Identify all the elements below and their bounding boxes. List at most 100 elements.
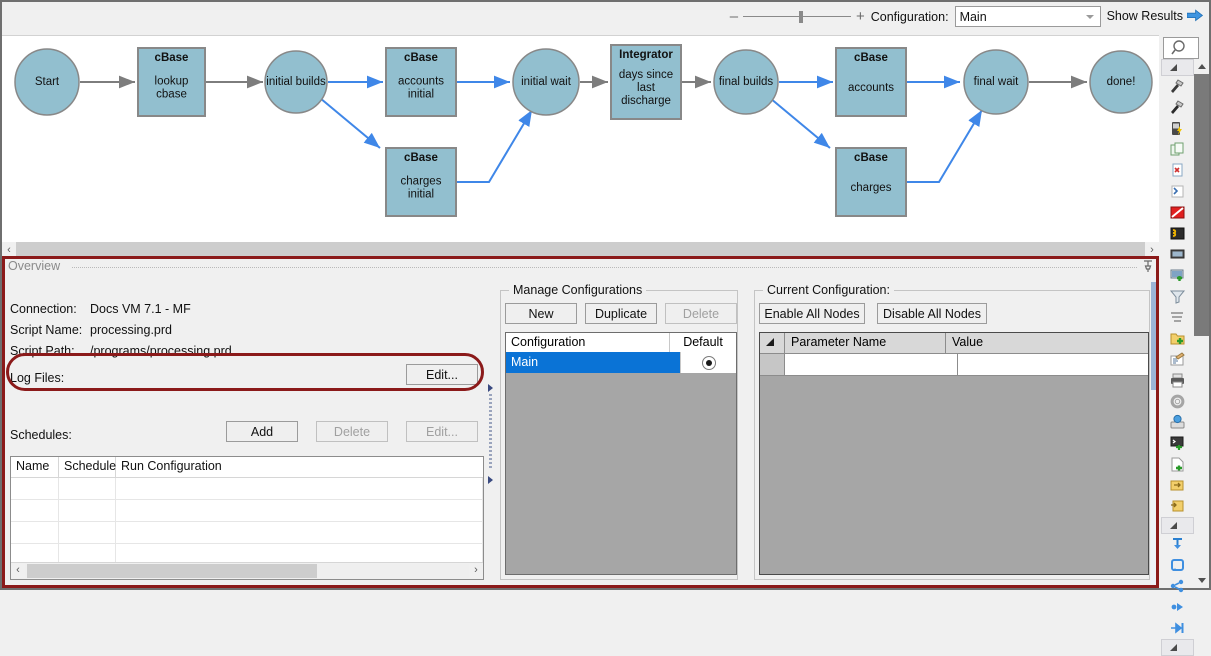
diagram-node-accounts-initial[interactable]: cBase accountsinitial: [385, 47, 457, 117]
schedules-col-schedule[interactable]: Schedule: [59, 457, 116, 477]
configuration-select[interactable]: Main: [954, 6, 1101, 27]
schedules-scroll-thumb[interactable]: [27, 564, 317, 578]
diagram-node-initial-builds[interactable]: initial builds: [264, 50, 328, 114]
zoom-out-icon[interactable]: –: [730, 9, 738, 24]
section-collapse-icon[interactable]: [1161, 59, 1194, 76]
pane-splitter[interactable]: [486, 276, 496, 588]
loop-blue-icon[interactable]: [1161, 555, 1194, 576]
table-row[interactable]: [760, 354, 1148, 376]
terminal-icon[interactable]: [1161, 433, 1194, 454]
zoom-slider-thumb[interactable]: [799, 10, 804, 23]
canvas-horizontal-scrollbar[interactable]: ‹ ›: [2, 242, 1159, 258]
schedules-col-name[interactable]: Name: [11, 457, 59, 477]
package-lock-icon[interactable]: [1161, 496, 1194, 517]
parameters-col-name[interactable]: Parameter Name: [785, 333, 946, 353]
palette-scroll-up-button[interactable]: [1194, 59, 1209, 74]
write-list-icon[interactable]: [1161, 349, 1194, 370]
zoom-slider-track[interactable]: [743, 10, 851, 24]
copy-icon[interactable]: [1161, 139, 1194, 160]
configuration-default-cell[interactable]: [680, 352, 736, 373]
filter-icon[interactable]: [1161, 286, 1194, 307]
overview-vertical-scrollbar[interactable]: [1151, 276, 1159, 588]
diagram-node-done[interactable]: done!: [1089, 50, 1153, 114]
chevron-down-icon[interactable]: [1085, 15, 1094, 19]
configurations-table[interactable]: Configuration Default Main: [505, 332, 737, 575]
scroll-right-icon[interactable]: ›: [1145, 242, 1159, 258]
palette-vertical-scrollbar[interactable]: [1194, 59, 1209, 588]
parameter-name-cell[interactable]: [785, 354, 958, 375]
yellow-script-icon[interactable]: [1161, 223, 1194, 244]
phone-flash-icon[interactable]: [1161, 118, 1194, 139]
right-tool-palette[interactable]: [1159, 35, 1209, 656]
enable-all-nodes-button[interactable]: Enable All Nodes: [759, 303, 865, 324]
disable-all-nodes-button[interactable]: Disable All Nodes: [877, 303, 987, 324]
diagram-node-accounts-final[interactable]: cBase accounts: [835, 47, 907, 117]
scroll-left-icon[interactable]: ‹: [11, 563, 25, 578]
configuration-new-button[interactable]: New: [505, 303, 577, 324]
zoom-slider[interactable]: – +: [730, 7, 865, 27]
delete-file-icon[interactable]: [1161, 160, 1194, 181]
default-radio-button[interactable]: [701, 355, 716, 370]
zoom-in-icon[interactable]: +: [856, 9, 865, 24]
schedules-add-button[interactable]: Add: [226, 421, 298, 442]
configurations-col-default[interactable]: Default: [670, 333, 736, 352]
script-icon[interactable]: [1161, 181, 1194, 202]
workflow-diagram-canvas[interactable]: Start cBase lookup cbase initial builds cBase…: [2, 35, 1159, 243]
palette-scroll-thumb[interactable]: [1194, 74, 1209, 336]
printer-icon[interactable]: [1161, 370, 1194, 391]
row-selector-cell[interactable]: [760, 354, 785, 375]
print-blue-icon[interactable]: [1161, 412, 1194, 433]
table-row[interactable]: [11, 478, 483, 500]
hammer-icon[interactable]: [1161, 76, 1194, 97]
log-files-edit-button[interactable]: Edit...: [406, 364, 478, 385]
show-results-button[interactable]: Show Results: [1107, 9, 1204, 25]
share-blue-icon[interactable]: [1161, 576, 1194, 597]
configurations-col-configuration[interactable]: Configuration: [506, 333, 670, 352]
package-icon[interactable]: [1161, 475, 1194, 496]
palette-search-box[interactable]: [1163, 37, 1199, 59]
section-collapse-icon[interactable]: [1161, 639, 1194, 656]
canvas-scroll-thumb[interactable]: [16, 242, 1145, 258]
parameters-table[interactable]: Parameter Name Value: [759, 332, 1149, 575]
splitter-arrow-up-icon[interactable]: [488, 384, 493, 392]
monitor-icon[interactable]: [1161, 244, 1194, 265]
table-row[interactable]: [11, 500, 483, 522]
schedules-horizontal-scrollbar[interactable]: ‹ ›: [11, 562, 483, 579]
scroll-right-icon[interactable]: ›: [469, 563, 483, 578]
schedules-table[interactable]: Name Schedule Run Configuration ‹ ›: [10, 456, 484, 580]
splitter-grip[interactable]: [489, 394, 492, 470]
scroll-left-icon[interactable]: ‹: [2, 242, 16, 258]
schedules-col-run-configuration[interactable]: Run Configuration: [116, 457, 483, 477]
play-blue-icon[interactable]: [1161, 597, 1194, 618]
red-slash-icon[interactable]: [1161, 202, 1194, 223]
configuration-duplicate-button[interactable]: Duplicate: [585, 303, 657, 324]
monitor-add-icon[interactable]: [1161, 265, 1194, 286]
diagram-node-initial-wait[interactable]: initial wait: [512, 48, 580, 116]
skip-end-blue-icon[interactable]: [1161, 618, 1194, 639]
diagram-node-final-builds[interactable]: final builds: [713, 49, 779, 115]
diagram-node-final-wait[interactable]: final wait: [963, 49, 1029, 115]
parameter-value-cell[interactable]: [958, 354, 1148, 375]
overview-scroll-thumb[interactable]: [1151, 282, 1159, 390]
table-row[interactable]: Main: [506, 352, 736, 373]
download-blue-icon[interactable]: [1161, 534, 1194, 555]
palette-scroll-down-button[interactable]: [1194, 573, 1209, 588]
diagram-node-start[interactable]: Start: [14, 48, 80, 116]
table-row[interactable]: [11, 522, 483, 544]
folder-add-icon[interactable]: [1161, 328, 1194, 349]
palette-icon-list[interactable]: [1161, 59, 1194, 656]
diagram-node-charges-initial[interactable]: cBase chargesinitial: [385, 147, 457, 217]
diagram-nodes[interactable]: Start cBase lookupcbase initial builds cBase…: [14, 44, 1153, 217]
section-collapse-icon[interactable]: [1161, 517, 1194, 534]
new-file-icon[interactable]: [1161, 454, 1194, 475]
diagram-node-integrator[interactable]: Integrator days sincelastdischarge: [610, 44, 682, 120]
diagram-node-charges-final[interactable]: cBase charges: [835, 147, 907, 217]
splitter-arrow-down-icon[interactable]: [488, 476, 493, 484]
gear-icon[interactable]: [1161, 391, 1194, 412]
sort-icon[interactable]: [1161, 307, 1194, 328]
hammer-build-icon[interactable]: [1161, 97, 1194, 118]
pin-icon[interactable]: [1141, 259, 1155, 273]
parameters-row-selector-header[interactable]: [760, 333, 785, 353]
parameters-col-value[interactable]: Value: [946, 333, 1148, 353]
diagram-node-lookup-cbase[interactable]: cBase lookupcbase: [137, 47, 206, 117]
